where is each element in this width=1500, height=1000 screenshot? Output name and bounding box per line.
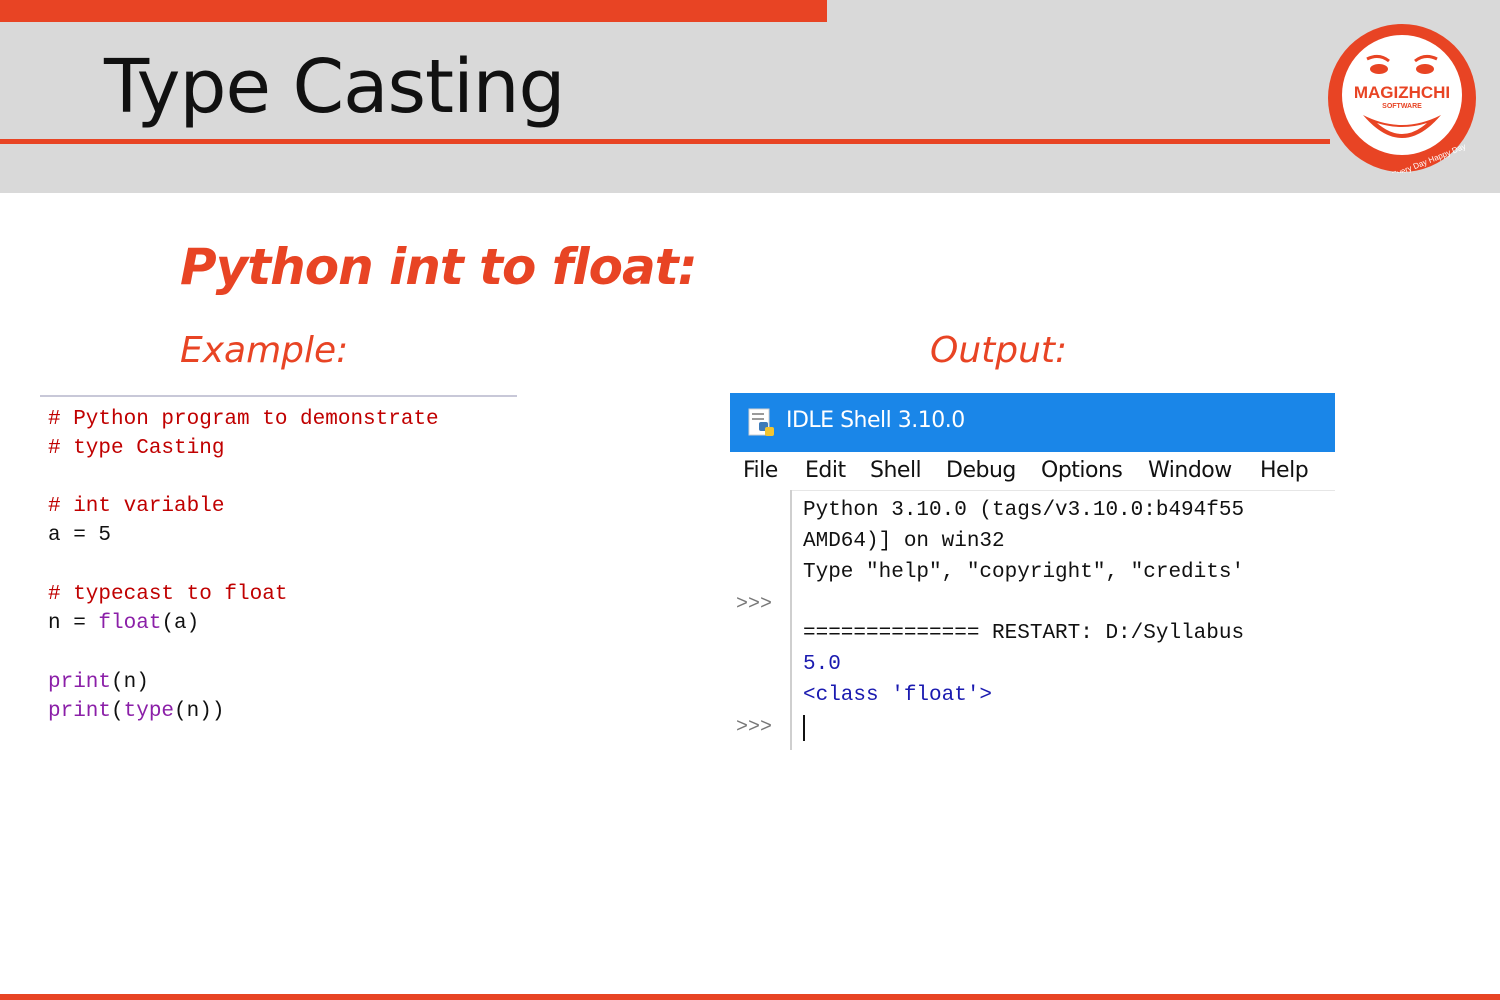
menu-file[interactable]: File [743,460,778,482]
magizhchi-logo: MAGIZHCHI SOFTWARE Every Day Happy Day [1327,23,1477,180]
shell-window-title: IDLE Shell 3.10.0 [786,408,965,433]
code-print-line: print(n) [48,672,149,693]
shell-text-cursor[interactable] [803,715,805,741]
code-builtin-token: print [48,671,112,694]
code-comment-line: # type Casting [48,437,225,460]
code-comment-line: # int variable [48,495,225,518]
shell-output-line: <class 'float'> [803,684,993,707]
logo-sub-text: SOFTWARE [1382,103,1422,110]
menu-edit[interactable]: Edit [805,460,846,482]
menu-options[interactable]: Options [1041,460,1123,482]
bottom-accent-bar [0,994,1500,1000]
code-token: (n)) [174,700,225,723]
shell-banner-line: Type "help", "copyright", "credits' [803,561,1245,584]
shell-prompt-gutter [730,490,792,750]
menu-window[interactable]: Window [1148,460,1232,482]
shell-prompt: >>> [736,593,773,616]
code-panel: # Python program to demonstrate # type C… [40,395,517,735]
code-builtin-token: type [123,700,175,723]
top-accent-bar [0,0,827,22]
code-token: n = [48,612,99,635]
output-label: Output: [930,330,1068,371]
shell-output-line: 5.0 [803,653,841,676]
code-comment-line: # typecast to float [48,583,288,606]
code-comment-line: # Python program to demonstrate [48,408,439,431]
code-token: ( [111,700,124,723]
python-idle-icon [746,407,778,439]
shell-divider [730,490,1335,491]
title-underline [0,139,1330,144]
code-print-line: print(type(n)) [48,701,224,722]
slide-title: Type Casting [104,44,566,130]
code-builtin-token: float [98,612,162,635]
shell-banner-line: AMD64)] on win32 [803,530,1005,553]
menu-help[interactable]: Help [1260,460,1309,482]
example-label: Example: [180,330,349,371]
menu-debug[interactable]: Debug [946,460,1016,482]
code-builtin-token: print [48,700,112,723]
idle-shell-window: IDLE Shell 3.10.0 File Edit Shell Debug … [730,393,1335,750]
menu-shell[interactable]: Shell [870,460,922,482]
code-token: (a) [161,612,200,635]
code-token: (n) [111,671,149,694]
code-assignment-line: a = 5 [48,524,112,547]
shell-prompt: >>> [736,716,773,739]
code-cast-line: n = float(a) [48,613,199,634]
shell-restart-line: ============== RESTART: D:/Syllabus [803,622,1245,645]
section-heading: Python int to float: [180,238,698,296]
logo-brand-text: MAGIZHCHI [1354,83,1450,102]
shell-banner-line: Python 3.10.0 (tags/v3.10.0:b494f55 [803,499,1245,522]
